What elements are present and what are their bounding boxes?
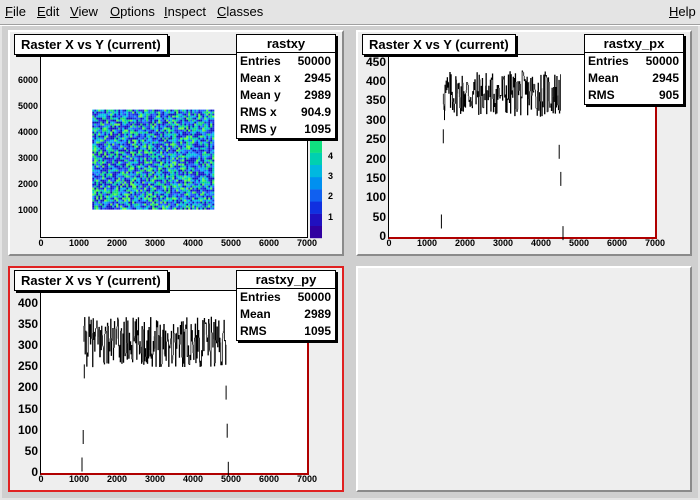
canvas[interactable]: 1000 2000 3000 4000 5000 6000 0 1000 2000 3000 40… <box>2 26 698 498</box>
stats-row: Mean 2945 <box>588 71 679 85</box>
stats-box-px: rastxy_px Entries 50000 Mean 2945 RMS 905 <box>584 34 684 105</box>
x-tick-label: 3000 <box>145 474 166 484</box>
y-tick-label: 400 <box>365 74 386 89</box>
menu-view[interactable]: View <box>70 4 98 19</box>
stats-row: Mean y 2989 <box>240 88 331 102</box>
x-tick-label: 3000 <box>145 238 166 248</box>
y-tick-label: 400 <box>17 295 38 310</box>
stats-name: rastxy_py <box>237 271 335 289</box>
y-tick-label: 150 <box>17 401 38 416</box>
menu-options[interactable]: Options <box>110 4 155 19</box>
menu-inspect[interactable]: Inspect <box>164 4 206 19</box>
palette-band <box>310 201 322 214</box>
x-tick-label: 7000 <box>297 238 318 248</box>
x-tick-label: 4000 <box>183 474 204 484</box>
pad-rastxy-py[interactable]: 0 50 100 150 200 250 300 350 400 0 1000 2000 3000 40… <box>8 266 344 492</box>
y-tick-label: 5000 <box>17 101 38 111</box>
x-tick-label: 1000 <box>417 238 438 248</box>
stats-row: Entries 50000 <box>588 54 679 68</box>
y-tick-label: 200 <box>17 380 38 395</box>
x-tick-label: 4000 <box>531 238 552 248</box>
x-tick-label: 6000 <box>259 238 280 248</box>
palette-band <box>310 177 322 190</box>
y-tick-label: 250 <box>17 359 38 374</box>
y-tick-label: 6000 <box>17 75 38 85</box>
y-tick-label: 350 <box>365 93 386 108</box>
z-tick-label: 4 <box>328 150 334 161</box>
stats-row: Entries 50000 <box>240 290 331 304</box>
menu-help[interactable]: Help <box>669 4 696 19</box>
y-tick-label: 450 <box>365 54 386 69</box>
pad-title: Raster X vs Y (current) <box>362 34 516 55</box>
y-tick-label: 250 <box>365 132 386 147</box>
stats-row: RMS 905 <box>588 88 679 102</box>
palette-band <box>310 140 322 153</box>
histogram-bars <box>81 316 229 476</box>
x-tick-label: 2000 <box>107 474 128 484</box>
palette-band <box>310 225 322 239</box>
x-tick-label: 1000 <box>69 474 90 484</box>
pad-rastxy[interactable]: 1000 2000 3000 4000 5000 6000 0 1000 2000 3000 40… <box>8 30 344 256</box>
stats-row: RMS y 1095 <box>240 122 331 136</box>
pad-empty[interactable] <box>356 266 692 492</box>
palette-band <box>310 152 322 165</box>
pad-title: Raster X vs Y (current) <box>14 34 168 55</box>
x-tick-label: 2000 <box>107 238 128 248</box>
x-tick-label: 5000 <box>221 238 242 248</box>
heatmap-cells <box>92 109 215 210</box>
stats-row: Mean x 2945 <box>240 71 331 85</box>
x-tick-label: 0 <box>386 238 392 248</box>
y-tick-label: 50 <box>24 443 38 458</box>
z-tick-label: 2 <box>328 191 334 202</box>
palette-band <box>310 164 322 178</box>
stats-name: rastxy_px <box>585 35 683 53</box>
stats-box-py: rastxy_py Entries 50000 Mean 2989 RMS 1095 <box>236 270 336 341</box>
x-tick-label: 6000 <box>607 238 628 248</box>
palette-band <box>310 189 322 202</box>
stats-row: Entries 50000 <box>240 54 331 68</box>
pad-title: Raster X vs Y (current) <box>14 270 168 291</box>
x-tick-label: 2000 <box>455 238 476 248</box>
x-tick-label: 4000 <box>183 238 204 248</box>
stats-row: RMS 1095 <box>240 324 331 338</box>
y-tick-label: 150 <box>365 170 386 185</box>
x-tick-label: 7000 <box>645 238 666 248</box>
y-tick-label: 300 <box>17 338 38 353</box>
y-tick-label: 200 <box>365 151 386 166</box>
histogram-bars <box>440 70 564 241</box>
x-tick-label: 5000 <box>569 238 590 248</box>
x-tick-label: 7000 <box>297 474 318 484</box>
y-tick-label: 3000 <box>17 153 38 163</box>
y-tick-label: 300 <box>365 112 386 127</box>
x-tick-label: 3000 <box>493 238 514 248</box>
menu-classes[interactable]: Classes <box>217 4 263 19</box>
menu-bar: File Edit View Options Inspect Classes H… <box>0 0 700 24</box>
stats-row: RMS x 904.9 <box>240 105 331 119</box>
y-tick-label: 350 <box>17 316 38 331</box>
menu-edit[interactable]: Edit <box>37 4 59 19</box>
y-tick-label: 4000 <box>17 127 38 137</box>
y-tick-label: 100 <box>365 190 386 205</box>
stats-row: Mean 2989 <box>240 307 331 321</box>
y-tick-label: 100 <box>17 422 38 437</box>
z-tick-label: 1 <box>328 211 334 222</box>
z-tick-label: 3 <box>328 171 334 181</box>
x-tick-label: 6000 <box>259 474 280 484</box>
x-tick-label: 1000 <box>69 238 90 248</box>
stats-box-rastxy: rastxy Entries 50000 Mean x 2945 Mean y 298… <box>236 34 336 139</box>
x-tick-label: 0 <box>38 474 44 484</box>
x-tick-label: 0 <box>38 238 44 248</box>
y-tick-label: 1000 <box>17 205 38 215</box>
menu-file[interactable]: File <box>5 4 26 19</box>
x-tick-label: 5000 <box>221 474 242 484</box>
y-tick-label: 2000 <box>17 179 38 189</box>
palette-band <box>310 213 322 226</box>
stats-name: rastxy <box>237 35 335 53</box>
y-tick-label: 50 <box>372 209 386 224</box>
pad-rastxy-px[interactable]: 0 50 100 150 200 250 300 350 400 450 0 1000 2000 300… <box>356 30 692 256</box>
